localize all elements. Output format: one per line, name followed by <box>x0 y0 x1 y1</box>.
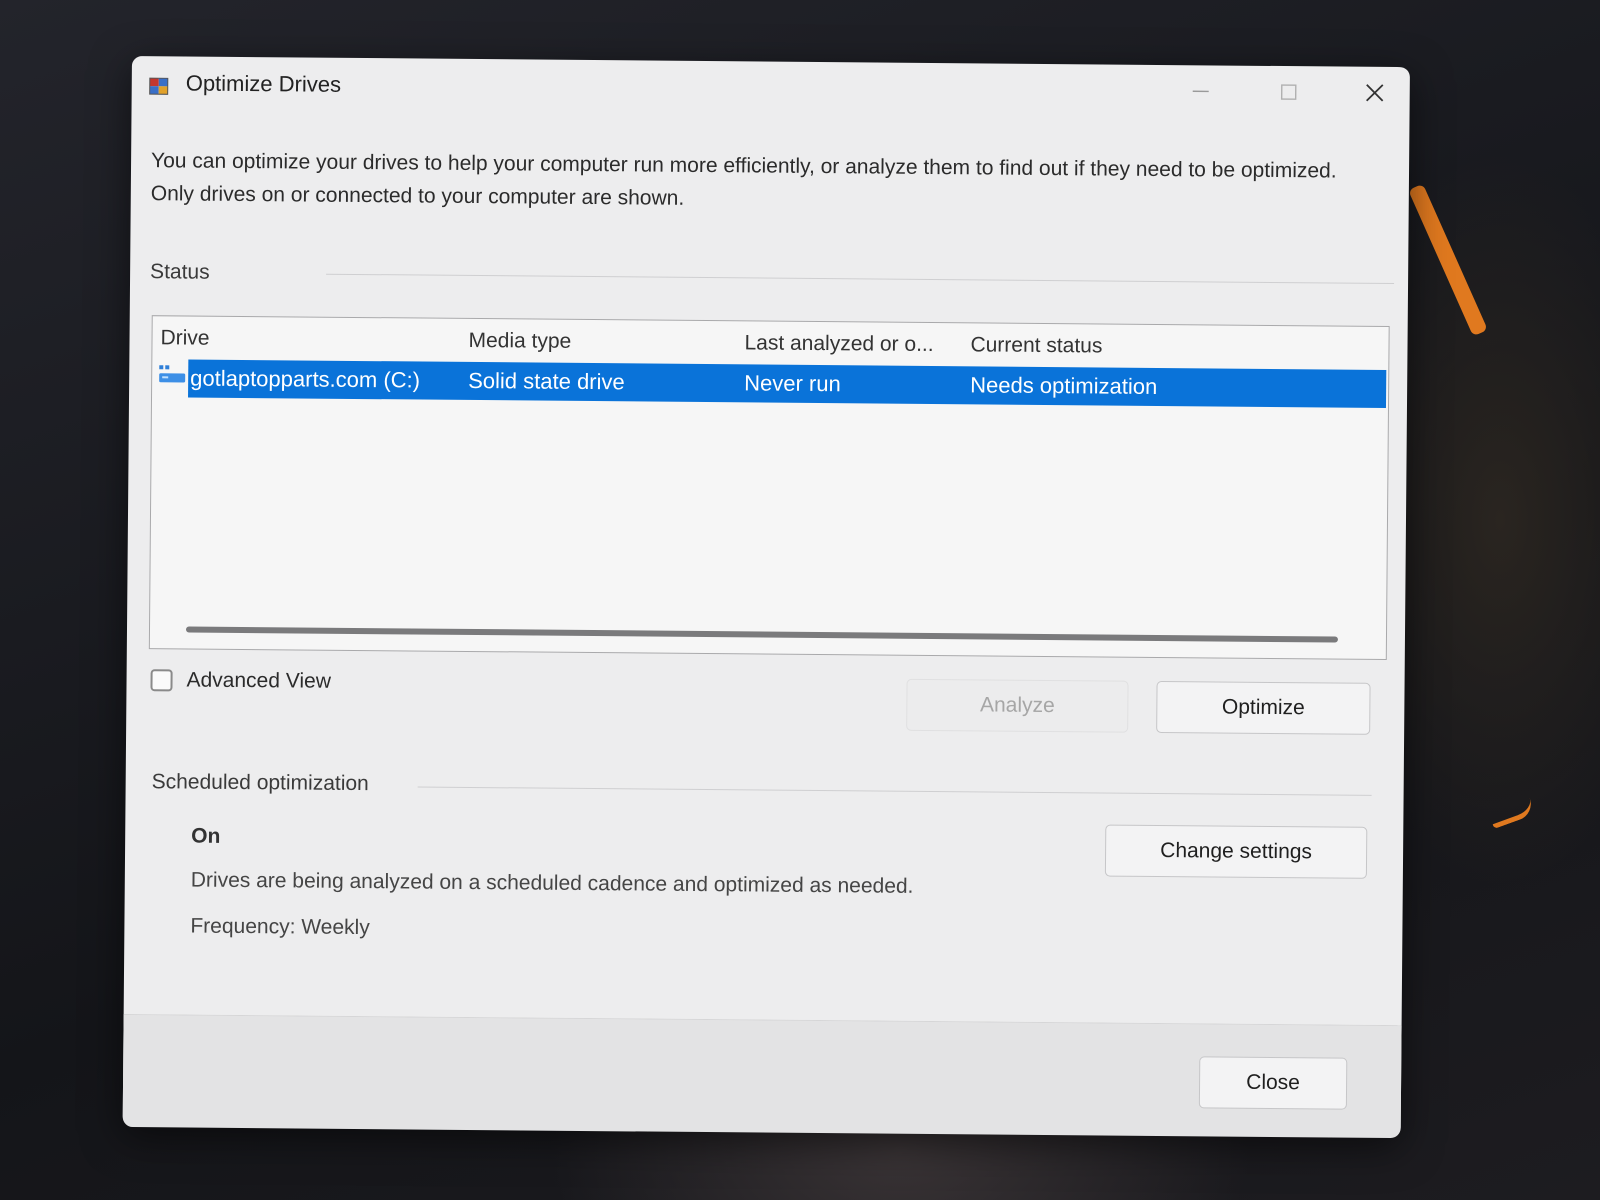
maximize-button[interactable] <box>1264 74 1314 114</box>
scheduled-group-divider <box>417 786 1372 796</box>
minimize-icon <box>1191 81 1211 106</box>
defrag-icon <box>148 74 172 98</box>
drives-list[interactable]: Drive Media type Last analyzed or o... C… <box>148 315 1390 660</box>
change-settings-button[interactable]: Change settings <box>1104 824 1368 879</box>
maximize-icon <box>1279 82 1299 107</box>
close-window-button[interactable] <box>1350 75 1400 115</box>
advanced-view-checkbox[interactable]: Advanced View <box>150 668 331 694</box>
advanced-view-label: Advanced View <box>186 668 332 693</box>
schedule-description: Drives are being analyzed on a scheduled… <box>190 868 914 898</box>
current-status-cell: Needs optimization <box>970 372 1158 399</box>
optimize-drives-dialog: Optimize Drives You can optimize your dr… <box>122 56 1410 1139</box>
status-group-divider <box>326 273 1395 285</box>
advanced-view-checkbox-box[interactable] <box>150 669 173 692</box>
scheduled-optimization-label: Scheduled optimization <box>151 770 369 796</box>
column-header-current-status[interactable]: Current status <box>970 333 1102 358</box>
drive-name-cell: gotlaptopparts.com (C:) <box>190 365 421 393</box>
analyze-button[interactable]: Analyze <box>906 678 1129 733</box>
close-icon <box>1364 81 1386 108</box>
drive-icon <box>158 363 186 385</box>
last-analyzed-cell: Never run <box>744 370 841 397</box>
optimize-button[interactable]: Optimize <box>1156 680 1371 735</box>
close-button[interactable]: Close <box>1198 1056 1348 1110</box>
minimize-button[interactable] <box>1176 73 1226 113</box>
media-type-cell: Solid state drive <box>468 367 625 395</box>
dialog-description: You can optimize your drives to help you… <box>150 149 1337 210</box>
horizontal-scrollbar[interactable] <box>185 626 1338 643</box>
schedule-frequency: Frequency: Weekly <box>190 914 370 940</box>
column-header-last-analyzed[interactable]: Last analyzed or o... <box>744 331 933 357</box>
dialog-footer: Close <box>122 1013 1402 1139</box>
title-bar[interactable]: Optimize Drives <box>132 56 1410 123</box>
window-title: Optimize Drives <box>185 70 342 97</box>
status-group-label: Status <box>150 260 210 284</box>
schedule-state: On <box>191 824 221 848</box>
column-header-drive[interactable]: Drive <box>160 326 209 350</box>
column-header-media-type[interactable]: Media type <box>468 329 571 354</box>
